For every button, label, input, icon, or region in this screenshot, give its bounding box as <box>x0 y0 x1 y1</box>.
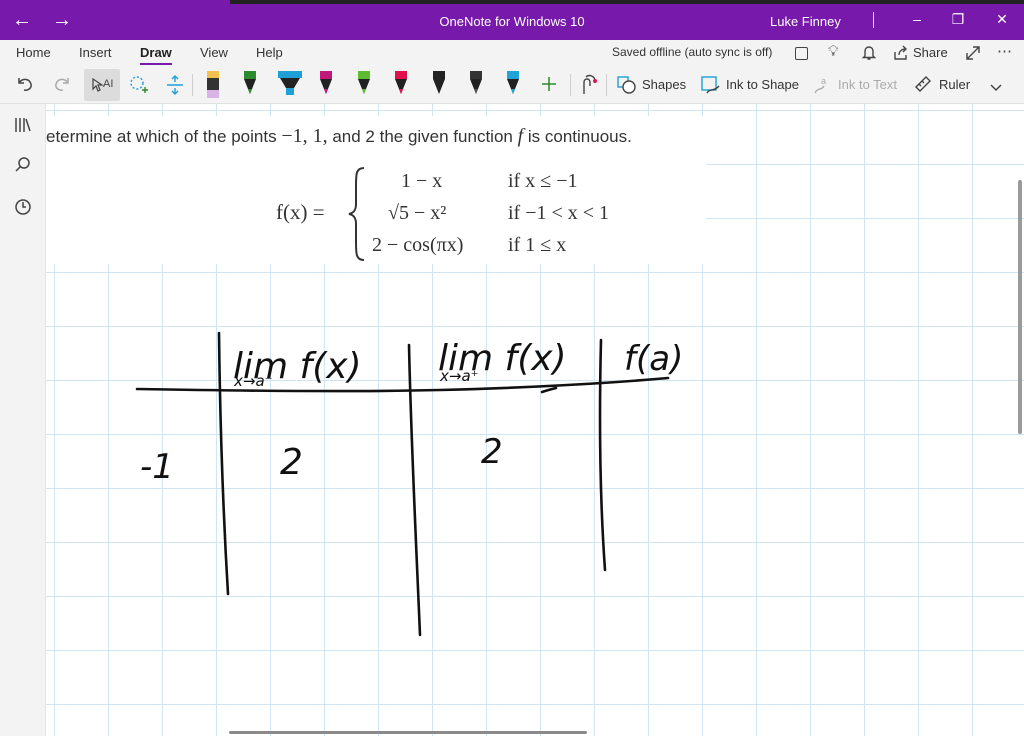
case-cond-1: if x ≤ −1 <box>508 170 578 192</box>
user-name[interactable]: Luke Finney <box>770 14 841 29</box>
title-bar: ← → OneNote for Windows 10 Luke Finney –… <box>0 0 1024 40</box>
bell-icon[interactable] <box>861 45 877 66</box>
highlighter-yellow-icon[interactable] <box>204 70 222 100</box>
case-cond-3: if 1 ≤ x <box>508 234 567 256</box>
problem-statement: etermine at which of the points −1, 1, a… <box>46 125 632 147</box>
case-expr-1: 1 − x <box>401 170 443 192</box>
more-icon[interactable]: ⋯ <box>997 42 1012 60</box>
draw-toolbar: AI Shapes Ink to Shape a Ink to Text Rul… <box>0 66 1024 104</box>
highlighter-blue-icon[interactable] <box>277 70 303 100</box>
restore-icon[interactable]: ❐ <box>948 11 968 27</box>
search-icon[interactable] <box>14 156 32 179</box>
pen-darkgray-icon[interactable] <box>467 70 485 100</box>
svg-text:AI: AI <box>103 78 113 90</box>
pen-black-icon[interactable] <box>430 70 448 100</box>
recent-icon[interactable] <box>14 198 32 221</box>
chevron-down-icon[interactable] <box>990 79 1002 97</box>
ruler-icon[interactable] <box>914 75 932 98</box>
problem-image: etermine at which of the points −1, 1, a… <box>46 116 706 264</box>
pen-cyan-icon[interactable] <box>504 70 522 100</box>
share-icon[interactable] <box>893 45 909 66</box>
expand-icon[interactable] <box>965 45 981 66</box>
pen-green-icon[interactable] <box>241 70 259 100</box>
case-cond-2: if −1 < x < 1 <box>508 202 610 224</box>
tab-draw[interactable]: Draw <box>140 45 172 65</box>
toolbar-separator <box>192 74 193 96</box>
tab-view[interactable]: View <box>200 45 228 60</box>
window-title: OneNote for Windows 10 <box>439 14 585 29</box>
undo-icon[interactable] <box>16 75 34 98</box>
navigation-rail <box>0 104 46 736</box>
function-lhs: f(x) = <box>276 200 325 224</box>
ink-to-text-button[interactable]: Ink to Text <box>838 77 897 92</box>
add-space-icon[interactable] <box>165 74 185 101</box>
shapes-icon[interactable] <box>617 76 637 99</box>
redo-icon[interactable] <box>53 75 71 98</box>
notebooks-icon[interactable] <box>14 116 32 139</box>
lightbulb-icon[interactable]: 💡︎ <box>828 43 839 60</box>
pen-red-icon[interactable] <box>392 70 410 100</box>
pen-lightgreen-icon[interactable] <box>355 70 373 100</box>
toolbar-separator <box>570 74 571 96</box>
lasso-select-icon[interactable] <box>128 74 150 101</box>
ink-to-shape-icon[interactable] <box>701 76 721 99</box>
type-select-icon[interactable]: AI <box>90 74 114 99</box>
shapes-button[interactable]: Shapes <box>642 77 686 92</box>
toolbar-separator <box>606 74 607 96</box>
tab-help[interactable]: Help <box>256 45 283 60</box>
share-button[interactable]: Share <box>913 45 948 60</box>
close-icon[interactable]: ✕ <box>992 11 1012 27</box>
page-canvas[interactable]: etermine at which of the points −1, 1, a… <box>46 104 1024 736</box>
left-brace-icon <box>348 167 365 261</box>
pen-magenta-icon[interactable] <box>317 70 335 100</box>
tab-home[interactable]: Home <box>16 45 51 60</box>
ruler-button[interactable]: Ruler <box>939 77 970 92</box>
ink-to-shape-button[interactable]: Ink to Shape <box>726 77 799 92</box>
ink-to-text-icon[interactable]: a <box>813 75 833 100</box>
sync-status: Saved offline (auto sync is off) <box>612 45 773 59</box>
svg-text:a: a <box>821 76 826 86</box>
top-strip <box>230 0 1024 4</box>
minimize-icon[interactable]: – <box>907 11 927 27</box>
case-expr-2: √5 − x² <box>388 202 447 224</box>
vertical-scrollbar[interactable] <box>1018 180 1022 434</box>
ink-replay-icon[interactable] <box>580 74 600 101</box>
title-separator <box>873 12 874 28</box>
case-expr-3: 2 − cos(πx) <box>372 234 464 256</box>
notebook-icon[interactable] <box>795 47 808 60</box>
add-pen-icon[interactable] <box>541 76 557 97</box>
tab-insert[interactable]: Insert <box>79 45 112 60</box>
ribbon-tabs: Home Insert Draw View Help Saved offline… <box>0 40 1024 66</box>
horizontal-scrollbar[interactable] <box>229 731 587 734</box>
